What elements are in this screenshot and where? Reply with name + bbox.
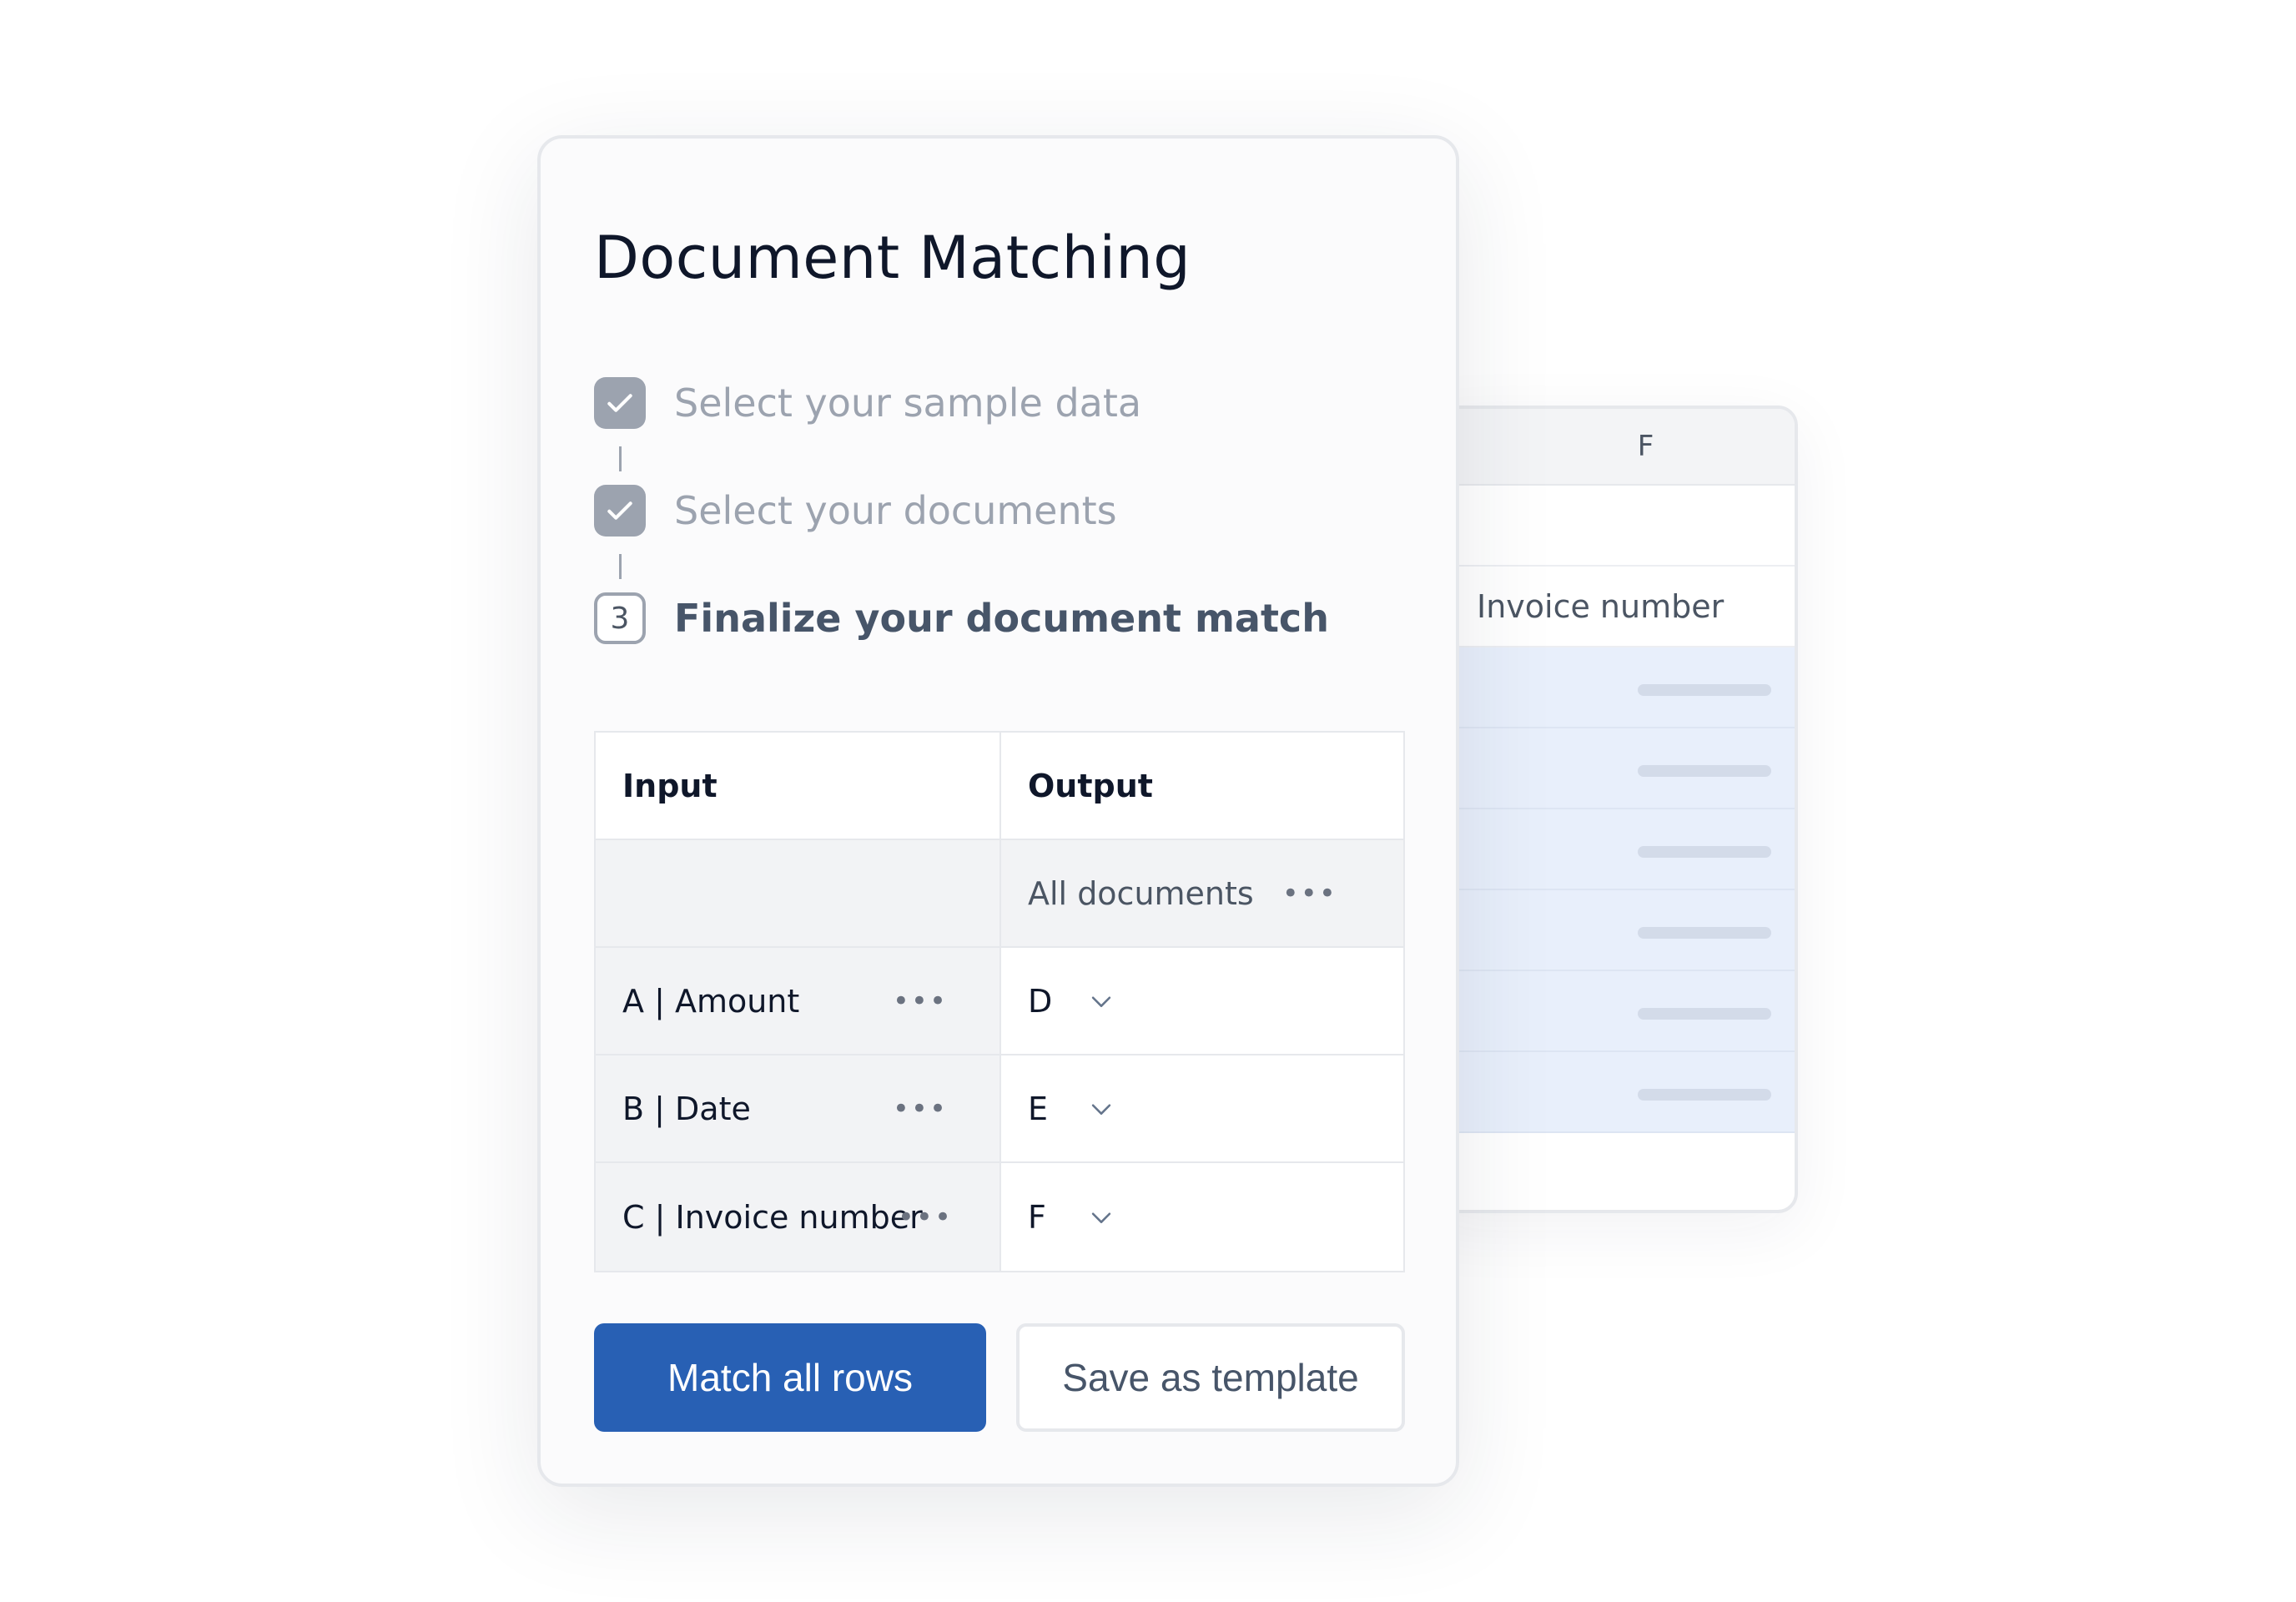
more-options-icon[interactable]: ••• [893,1092,948,1126]
column-header-output: Output [999,733,1403,839]
check-icon [594,377,646,429]
column-header[interactable]: F [1422,409,1795,486]
column-header-input: Input [622,767,718,804]
chevron-down-icon[interactable] [1085,985,1118,1018]
check-icon [594,485,646,537]
sheet-row-empty[interactable] [1422,486,1795,567]
save-as-template-button[interactable]: Save as template [1016,1323,1405,1432]
output-column-value: D [1028,982,1053,1020]
input-field-cell: B | Date ••• [596,1055,999,1161]
step-connector [619,554,622,579]
output-column-select[interactable]: F [999,1163,1403,1271]
table-row: A | Amount ••• D [596,948,1403,1055]
input-field-cell: C | Invoice number ••• [596,1163,999,1271]
sheet-data-row[interactable] [1422,890,1795,971]
output-column-select[interactable]: E [999,1055,1403,1161]
cell-placeholder [1638,1089,1771,1101]
output-column-select[interactable]: D [999,948,1403,1054]
step-connector [619,446,622,471]
step-select-documents[interactable]: Select your documents [594,483,1117,538]
table-row: C | Invoice number ••• F [596,1163,1403,1271]
step-number-badge: 3 [594,592,646,644]
table-row-all-documents: All documents ••• [596,840,1403,948]
input-field-label: A | Amount [622,982,800,1020]
sheet-data-row[interactable] [1422,971,1795,1052]
sheet-header-cell[interactable]: Invoice number [1422,567,1795,647]
table-row: B | Date ••• E [596,1055,1403,1163]
step-label: Select your sample data [674,380,1142,426]
chevron-down-icon[interactable] [1085,1092,1118,1126]
document-matching-card: Document Matching Select your sample dat… [537,135,1459,1487]
output-column-value: E [1028,1090,1049,1127]
more-options-icon[interactable]: ••• [893,985,948,1018]
table-header-row: Input Output [596,733,1403,840]
step-select-sample-data[interactable]: Select your sample data [594,375,1141,431]
step-label: Finalize your document match [674,596,1329,641]
column-letter: F [1637,430,1654,463]
sheet-data-row[interactable] [1422,728,1795,809]
sheet-data-row[interactable] [1422,647,1795,728]
chevron-down-icon[interactable] [1085,1201,1118,1234]
spreadsheet-preview: F Invoice number [1418,406,1798,1213]
all-documents-cell[interactable]: All documents ••• [999,840,1403,946]
sheet-header-label: Invoice number [1477,587,1725,625]
cell-placeholder [1638,1008,1771,1020]
cell-placeholder [1638,684,1771,696]
empty-input-cell [596,840,999,946]
mapping-table: Input Output All documents ••• A | Amoun… [594,731,1405,1272]
sheet-data-row[interactable] [1422,1052,1795,1133]
step-label: Select your documents [674,488,1117,533]
page-title: Document Matching [594,224,1191,292]
sheet-row-empty[interactable] [1422,1133,1795,1210]
more-options-icon[interactable]: ••• [1282,877,1337,910]
input-field-label: B | Date [622,1090,751,1127]
more-options-icon[interactable]: ••• [898,1201,953,1234]
match-all-rows-button[interactable]: Match all rows [594,1323,986,1432]
sheet-data-row[interactable] [1422,809,1795,890]
cell-placeholder [1638,846,1771,858]
step-finalize-match[interactable]: 3 Finalize your document match [594,591,1329,646]
cell-placeholder [1638,765,1771,777]
output-column-value: F [1028,1198,1046,1236]
stage: F Invoice number Document Matching Selec… [0,0,2296,1602]
input-field-cell: A | Amount ••• [596,948,999,1054]
cell-placeholder [1638,927,1771,939]
input-field-label: C | Invoice number [622,1198,923,1236]
all-documents-label: All documents [1028,874,1254,912]
